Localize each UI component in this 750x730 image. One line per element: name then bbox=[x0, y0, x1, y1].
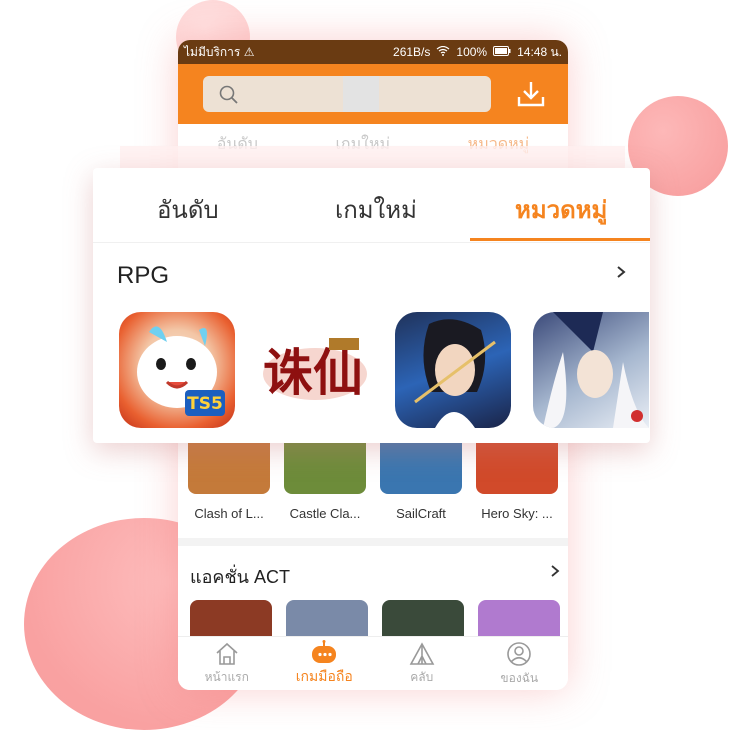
rpg-app-row: Clash of L... Castle Cla... SailCraft Hero … bbox=[188, 440, 568, 521]
app-icon bbox=[284, 440, 366, 494]
tab-new-games[interactable]: เกมใหม่ bbox=[335, 190, 417, 229]
rpg-game-icons: TS5 诛仙 bbox=[119, 312, 649, 428]
bottom-tab-bar: หน้าแรก เกมมือถือ คลับ ของฉัน bbox=[178, 636, 568, 690]
app-card[interactable]: Hero Sky: ... bbox=[476, 440, 558, 521]
onmyoji-icon[interactable] bbox=[533, 312, 649, 428]
svg-text:TS5: TS5 bbox=[187, 394, 223, 414]
clock: 14:48 น. bbox=[517, 44, 562, 59]
act-section-header[interactable]: แอคชั่น ACT bbox=[190, 562, 560, 591]
act-app-row bbox=[190, 600, 560, 636]
app-icon bbox=[476, 440, 558, 494]
active-tab-underline bbox=[470, 238, 650, 241]
tent-icon bbox=[409, 641, 435, 665]
zhu-xian-icon[interactable]: 诛仙 bbox=[257, 312, 373, 428]
search-icon bbox=[219, 85, 239, 110]
tab-profile[interactable]: ของฉัน bbox=[474, 641, 564, 688]
app-icon bbox=[188, 440, 270, 494]
tab-categories[interactable]: หมวดหมู่ bbox=[515, 190, 607, 229]
app-card[interactable]: Castle Cla... bbox=[284, 440, 366, 521]
ts5-legend-icon[interactable]: TS5 bbox=[119, 312, 235, 428]
act-app-icon[interactable] bbox=[190, 600, 272, 636]
app-bar bbox=[178, 64, 568, 124]
tab-mobile-games-label: เกมมือถือ bbox=[295, 668, 353, 684]
download-icon[interactable] bbox=[516, 80, 546, 113]
category-title[interactable]: RPG bbox=[117, 262, 169, 290]
battery-icon bbox=[493, 45, 511, 59]
section-divider bbox=[178, 538, 568, 546]
act-section-title: แอคชั่น ACT bbox=[190, 567, 290, 587]
chevron-right-icon[interactable] bbox=[550, 562, 560, 591]
act-app-icon[interactable] bbox=[478, 600, 560, 636]
act-app-icon[interactable] bbox=[286, 600, 368, 636]
category-overlay-card: อันดับ เกมใหม่ หมวดหมู่ RPG TS5 诛仙 bbox=[93, 168, 650, 443]
profile-icon bbox=[507, 641, 532, 666]
app-name: Castle Cla... bbox=[289, 506, 361, 521]
tab-ranking[interactable]: อันดับ bbox=[157, 190, 219, 229]
tab-profile-label: ของฉัน bbox=[500, 670, 539, 685]
app-name: Hero Sky: ... bbox=[481, 506, 553, 521]
svg-text:诛仙: 诛仙 bbox=[263, 343, 363, 402]
app-card[interactable]: Clash of L... bbox=[188, 440, 270, 521]
tab-mobile-games[interactable]: เกมมือถือ bbox=[279, 640, 369, 688]
controller-icon bbox=[312, 640, 337, 663]
network-speed: 261B/s bbox=[393, 45, 431, 59]
app-icon bbox=[380, 440, 462, 494]
search-bar[interactable] bbox=[203, 76, 491, 112]
act-app-icon[interactable] bbox=[382, 600, 464, 636]
tab-club[interactable]: คลับ bbox=[377, 641, 467, 687]
chevron-right-icon[interactable] bbox=[615, 264, 627, 285]
app-card[interactable]: SailCraft bbox=[380, 440, 462, 521]
tab-home-label: หน้าแรก bbox=[204, 669, 249, 684]
battery-text: 100% bbox=[456, 45, 488, 59]
tab-home[interactable]: หน้าแรก bbox=[182, 642, 272, 687]
home-icon bbox=[216, 642, 238, 665]
overlay-tab-row: อันดับ เกมใหม่ หมวดหมู่ bbox=[93, 168, 650, 243]
status-bar: ไม่มีบริการ ⚠ 261B/s 100% 14:48 น. bbox=[178, 40, 568, 64]
tab-club-label: คลับ bbox=[410, 669, 434, 684]
app-name: SailCraft bbox=[396, 506, 446, 521]
app-name: Clash of L... bbox=[194, 506, 264, 521]
carrier-text: ไม่มีบริการ ⚠ bbox=[184, 44, 255, 59]
wifi-icon bbox=[436, 45, 450, 59]
swordsman-icon[interactable] bbox=[395, 312, 511, 428]
